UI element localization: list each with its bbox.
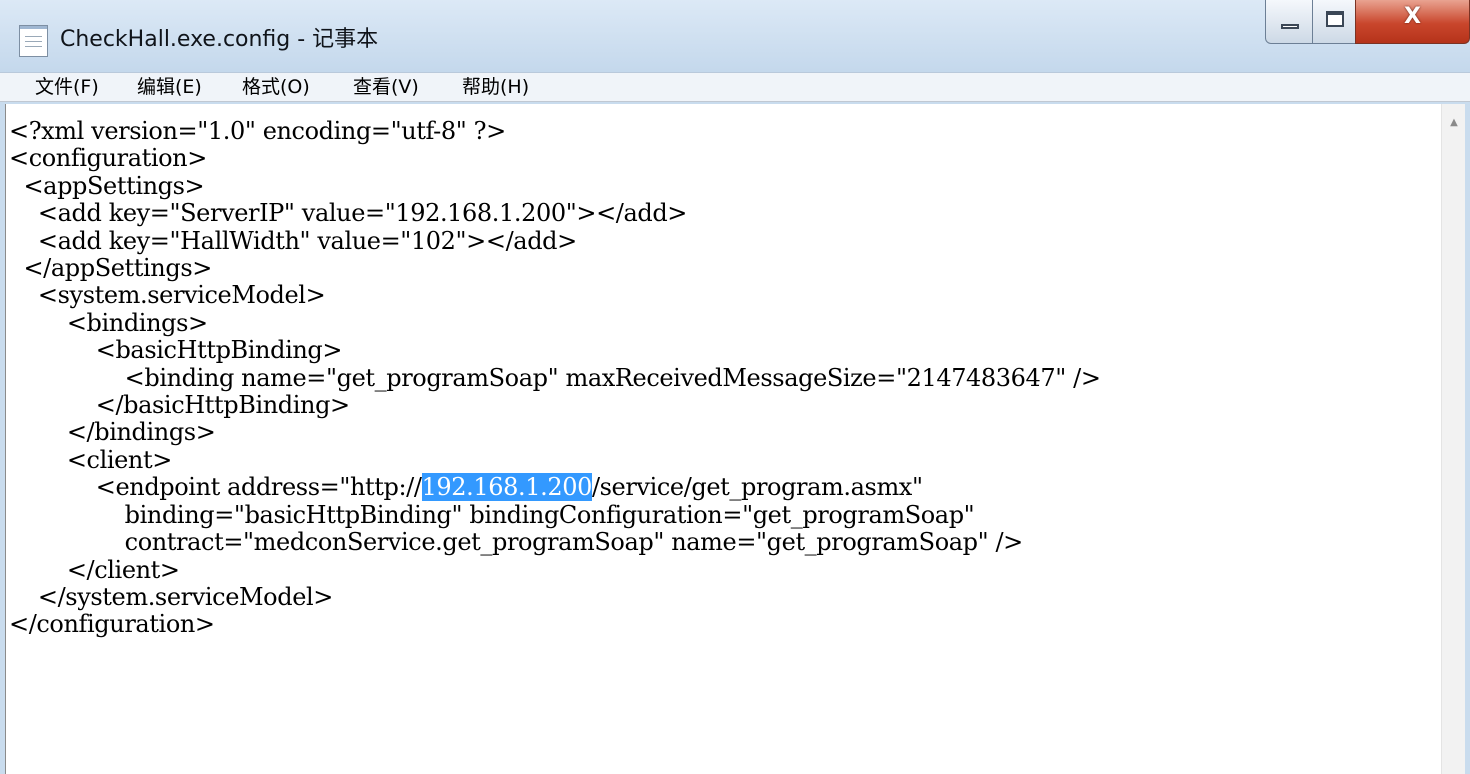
close-button[interactable]: X — [1355, 0, 1470, 44]
text-line: binding="basicHttpBinding" bindingConfig… — [9, 500, 975, 529]
text-line-with-selection: <endpoint address="http://192.168.1.200/… — [9, 473, 923, 502]
window-controls: X — [1265, 0, 1470, 46]
text-line: </bindings> — [9, 418, 216, 447]
menu-view[interactable]: 查看(V) — [353, 75, 419, 99]
text-editor[interactable]: <?xml version="1.0" encoding="utf-8" ?> … — [5, 104, 1465, 774]
notepad-icon[interactable] — [19, 25, 48, 57]
text-line: </appSettings> — [9, 254, 212, 283]
text-line: </system.serviceModel> — [9, 582, 333, 611]
text-line: <bindings> — [9, 308, 208, 337]
menu-file[interactable]: 文件(F) — [35, 75, 99, 99]
menu-edit[interactable]: 编辑(E) — [137, 75, 202, 99]
text-line: contract="medconService.get_programSoap"… — [9, 528, 1024, 557]
editor-text[interactable]: <?xml version="1.0" encoding="utf-8" ?> … — [9, 117, 1101, 639]
maximize-icon — [1326, 11, 1344, 27]
text-line: <add key="HallWidth" value="102"></add> — [9, 226, 577, 255]
text-after-selection: /service/get_program.asmx" — [591, 473, 923, 502]
text-line: <system.serviceModel> — [9, 281, 326, 310]
minimize-button[interactable] — [1265, 0, 1313, 44]
text-line: <binding name="get_programSoap" maxRecei… — [9, 363, 1101, 392]
maximize-button[interactable] — [1312, 0, 1356, 44]
menu-format[interactable]: 格式(O) — [242, 75, 310, 99]
vertical-scrollbar[interactable]: ▲ — [1441, 104, 1465, 774]
notepad-window: CheckHall.exe.config - 记事本 X 文件(F) 编辑(E)… — [0, 0, 1470, 774]
window-title: CheckHall.exe.config - 记事本 — [60, 27, 379, 52]
minimize-icon — [1281, 24, 1299, 29]
selected-text[interactable]: 192.168.1.200 — [421, 473, 592, 502]
menu-help[interactable]: 帮助(H) — [462, 75, 529, 99]
text-line: <?xml version="1.0" encoding="utf-8" ?> — [9, 117, 506, 145]
scroll-up-arrow-icon[interactable]: ▲ — [1444, 116, 1464, 130]
text-line: <add key="ServerIP" value="192.168.1.200… — [9, 199, 688, 228]
text-line: <appSettings> — [9, 171, 205, 200]
close-icon: X — [1404, 4, 1421, 29]
title-bar[interactable]: CheckHall.exe.config - 记事本 X — [0, 0, 1470, 72]
text-line: </client> — [9, 555, 180, 584]
menu-bar: 文件(F) 编辑(E) 格式(O) 查看(V) 帮助(H) — [0, 72, 1470, 102]
text-before-selection: <endpoint address="http:// — [9, 473, 422, 502]
window-frame-right — [1465, 102, 1470, 774]
text-line: </basicHttpBinding> — [9, 391, 350, 420]
text-line: <client> — [9, 445, 173, 474]
text-line: </configuration> — [9, 610, 215, 639]
text-line: <configuration> — [9, 144, 207, 173]
text-line: <basicHttpBinding> — [9, 336, 343, 365]
